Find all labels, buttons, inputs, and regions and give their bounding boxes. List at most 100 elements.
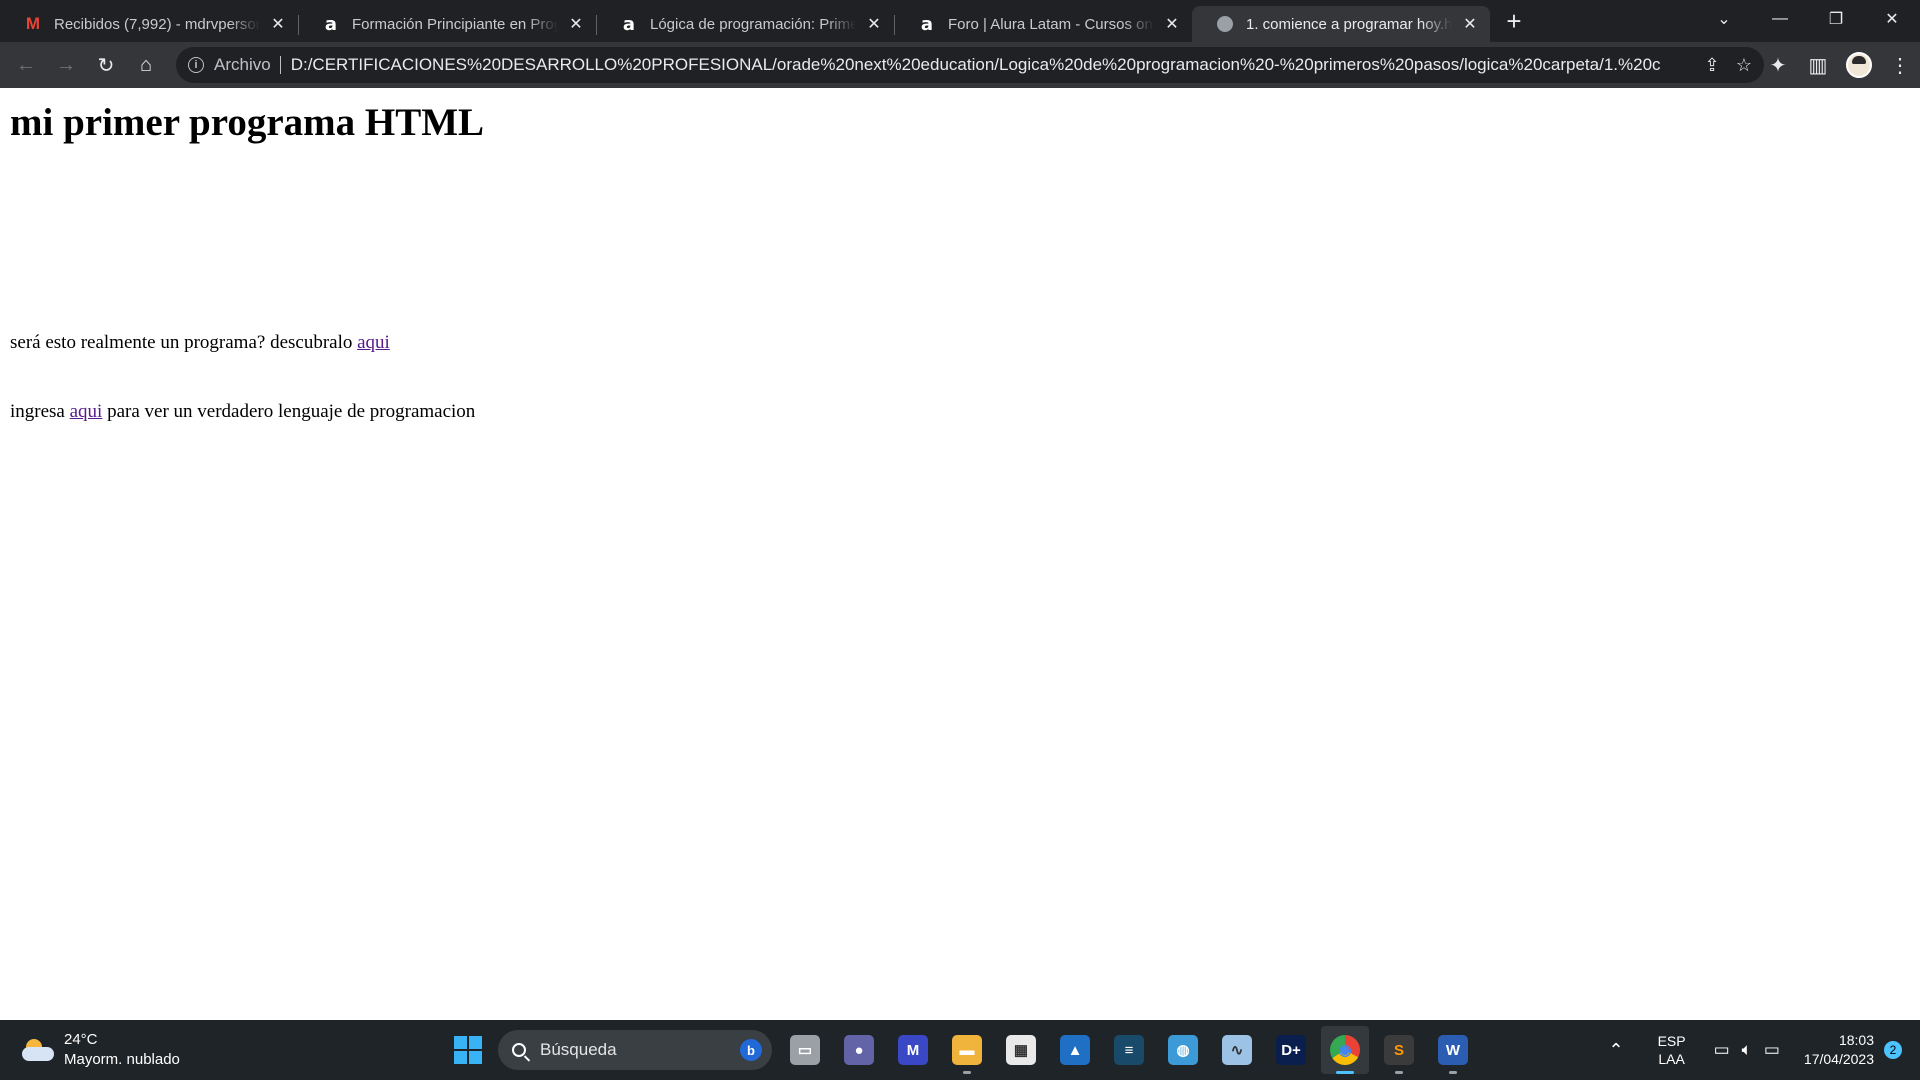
weather-temp: 24°C (64, 1031, 98, 1048)
alura-icon: a (324, 13, 338, 35)
browser-tab[interactable]: M Recibidos (7,992) - mdrvpersonal ✕ (0, 6, 298, 42)
tab-title: Recibidos (7,992) - mdrvpersonal (54, 15, 260, 33)
weather-widget[interactable]: 24°C Mayorm. nublado (22, 1030, 180, 1070)
extensions-puzzle-icon[interactable]: ✦ (1758, 47, 1798, 83)
url-text[interactable]: D:/CERTIFICACIONES%20DESARROLLO%20PROFES… (291, 55, 1661, 75)
browser-tabstrip: M Recibidos (7,992) - mdrvpersonal ✕ a F… (0, 0, 1920, 42)
bing-icon[interactable]: b (740, 1039, 762, 1061)
back-arrow-icon[interactable]: ← (6, 47, 46, 83)
close-icon[interactable]: ✕ (268, 14, 288, 34)
close-icon[interactable]: ✕ (1162, 14, 1182, 34)
browser-tab[interactable]: a Formación Principiante en Programación… (298, 6, 596, 42)
start-button[interactable] (444, 1026, 492, 1074)
taskbar-app-task-view[interactable]: ▭ (781, 1026, 829, 1074)
web-page: mi primer programa HTML será esto realme… (0, 88, 1920, 1020)
tab-title: Lógica de programación: Primeros pasos (650, 15, 856, 33)
home-icon[interactable]: ⌂ (126, 47, 166, 83)
input-language[interactable]: ESP LAA (1658, 1032, 1686, 1068)
show-hidden-icons-chevron-icon[interactable]: ⌃ (1608, 1041, 1623, 1059)
battery-icon[interactable]: ▭ (1764, 1041, 1780, 1059)
gmail-icon: M (25, 14, 41, 33)
taskbar-app-microsoft-store[interactable]: ▦ (997, 1026, 1045, 1074)
disney-plus-icon: D+ (1276, 1035, 1306, 1065)
taskbar-app-chrome[interactable]: ◉ (1321, 1026, 1369, 1074)
running-indicator (963, 1071, 971, 1074)
site-info-icon[interactable]: i (188, 57, 204, 73)
close-icon[interactable]: ✕ (864, 14, 884, 34)
task-view-icon: ▭ (790, 1035, 820, 1065)
alura-icon: a (920, 13, 934, 35)
taskbar-app-word[interactable]: W (1429, 1026, 1477, 1074)
taskbar-app-disney-plus[interactable]: D+ (1267, 1026, 1315, 1074)
taskbar-app-app-blue-m[interactable]: M (889, 1026, 937, 1074)
scheme-label: Archivo (214, 55, 271, 74)
word-icon: W (1438, 1035, 1468, 1065)
app-blue-m-icon: M (898, 1035, 928, 1065)
tab-title: Foro | Alura Latam - Cursos online (948, 15, 1154, 33)
side-panel-icon[interactable]: ▥ (1798, 47, 1838, 83)
taskbar-app-app-blue-arrow[interactable]: ▲ (1051, 1026, 1099, 1074)
taskbar-app-sublime-text[interactable]: S (1375, 1026, 1423, 1074)
volume-icon[interactable]: 🔈︎ (1742, 1041, 1752, 1059)
close-icon[interactable]: ✕ (1460, 14, 1480, 34)
notification-badge[interactable]: 2 (1884, 1041, 1902, 1059)
restore-button[interactable]: ❐ (1808, 0, 1864, 38)
system-tray: ⌃ ESP LAA ▭ 🔈︎ ▭ 18:03 17/04/2023 2 (1602, 1020, 1920, 1080)
taskbar-search[interactable]: Búsqueda b (498, 1030, 772, 1070)
app-globe-icon: ◍ (1168, 1035, 1198, 1065)
app-dark-terminal-icon: ≡ (1114, 1035, 1144, 1065)
paragraph-2-before: ingresa (10, 401, 70, 422)
browser-tab[interactable]: a Lógica de programación: Primeros pasos… (596, 6, 894, 42)
toolbar-extensions: ✦ ▥ ⋮ (1758, 47, 1920, 83)
taskbar-app-file-explorer[interactable]: ▬ (943, 1026, 991, 1074)
window-close-button[interactable]: ✕ (1864, 0, 1920, 38)
forward-arrow-icon[interactable]: → (46, 47, 86, 83)
window-controls: ⌄ — ❐ ✕ (1696, 0, 1920, 38)
address-bar[interactable]: i Archivo D:/CERTIFICACIONES%20DESARROLL… (176, 47, 1764, 83)
taskbar-center: Búsqueda b ▭ ● M ▬ ▦ ▲ ≡ ◍ ∿ D+ ◉ S W (444, 1026, 1480, 1074)
tab-title: 1. comience a programar hoy.html (1246, 15, 1452, 33)
globe-icon (1216, 15, 1234, 33)
pinned-apps: ▭ ● M ▬ ▦ ▲ ≡ ◍ ∿ D+ ◉ S W (778, 1026, 1480, 1074)
browser-tab[interactable]: a Foro | Alura Latam - Cursos online ✕ (894, 6, 1192, 42)
clock[interactable]: 18:03 17/04/2023 (1804, 1031, 1874, 1069)
link-aqui-2[interactable]: aqui (70, 401, 103, 422)
tab-title: Formación Principiante en Programación (352, 15, 558, 33)
taskbar-app-app-globe[interactable]: ◍ (1159, 1026, 1207, 1074)
teams-chat-icon: ● (844, 1035, 874, 1065)
close-icon[interactable]: ✕ (566, 14, 586, 34)
paragraph-2-after: para ver un verdadero lenguaje de progra… (102, 401, 476, 422)
taskbar-app-app-dark-terminal[interactable]: ≡ (1105, 1026, 1153, 1074)
running-indicator (1395, 1071, 1403, 1074)
weather-condition: Mayorm. nublado (64, 1051, 180, 1068)
search-icon (512, 1043, 526, 1057)
menu-kebab-icon[interactable]: ⋮ (1880, 47, 1920, 83)
clock-date: 17/04/2023 (1803, 1051, 1874, 1067)
sublime-text-icon: S (1384, 1035, 1414, 1065)
paragraph-1: será esto realmente un programa? descubr… (10, 332, 390, 354)
partly-cloudy-icon (22, 1037, 56, 1063)
browser-toolbar: ← → ↻ ⌂ i Archivo D:/CERTIFICACIONES%20D… (0, 42, 1920, 88)
link-aqui-1[interactable]: aqui (357, 332, 390, 353)
taskbar-app-teams-chat[interactable]: ● (835, 1026, 883, 1074)
alura-icon: a (622, 13, 636, 35)
minimize-button[interactable]: — (1752, 0, 1808, 38)
taskbar-app-app-chart[interactable]: ∿ (1213, 1026, 1261, 1074)
profile-avatar[interactable] (1846, 52, 1872, 78)
browser-tab-active[interactable]: 1. comience a programar hoy.html ✕ (1192, 6, 1490, 42)
bookmark-star-icon[interactable]: ☆ (1732, 53, 1756, 77)
share-icon[interactable]: ⇪ (1700, 53, 1724, 77)
paragraph-2: ingresa aqui para ver un verdadero lengu… (10, 401, 475, 423)
app-chart-icon: ∿ (1222, 1035, 1252, 1065)
clock-time: 18:03 (1838, 1032, 1874, 1048)
new-tab-button[interactable]: + (1496, 3, 1532, 39)
reload-icon[interactable]: ↻ (86, 47, 126, 83)
paragraph-1-text: será esto realmente un programa? descubr… (10, 332, 358, 353)
address-separator (279, 56, 281, 74)
tab-search-chevron-icon[interactable]: ⌄ (1696, 0, 1752, 38)
page-heading: mi primer programa HTML (10, 101, 485, 144)
running-indicator (1336, 1071, 1354, 1074)
keyboard-layout: LAA (1658, 1051, 1685, 1067)
network-icon[interactable]: ▭ (1714, 1041, 1730, 1059)
running-indicator (1449, 1071, 1457, 1074)
